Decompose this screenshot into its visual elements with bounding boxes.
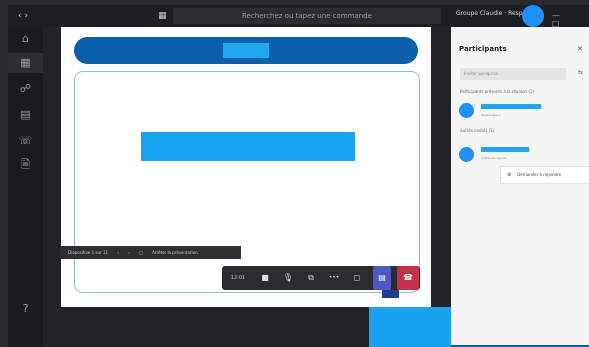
mic-icon[interactable]: 🎙 <box>279 266 297 290</box>
invitee-avatar <box>459 147 474 162</box>
invite-icon: ⊕ <box>507 172 512 178</box>
next-slide-button[interactable]: › <box>128 250 130 255</box>
title-bar: ‹ › ▦ Recherchez ou tapez une commande G… <box>8 5 589 38</box>
back-forward-arrows[interactable]: ‹ › <box>18 11 28 21</box>
rail-item-activity[interactable]: ⌂ <box>8 33 43 45</box>
camera-icon[interactable]: ■ <box>256 266 274 290</box>
participants-panel: Participants ✕ Inviter quelqu'un ⇆ Parti… <box>451 27 589 347</box>
participant-name <box>481 104 541 109</box>
rail-item-help[interactable]: ? <box>8 303 43 315</box>
file-icon: 🗎 <box>21 158 30 171</box>
chat-icon: ☍ <box>19 82 32 95</box>
panel-title: Participants <box>459 45 507 53</box>
slide-grid-icon[interactable]: ▢ <box>139 250 143 255</box>
profile-avatar[interactable] <box>522 5 544 27</box>
chat-toggle-icon[interactable]: ◻ <box>348 266 366 290</box>
hang-up-button[interactable]: ☎ <box>397 266 419 290</box>
rail-item-calendar[interactable]: ▤ <box>8 109 43 121</box>
rail-item-teams[interactable]: ▦ <box>8 53 43 73</box>
invitee-name <box>481 147 529 152</box>
teams-icon: ▦ <box>20 56 31 69</box>
invite-input[interactable]: Inviter quelqu'un <box>460 68 566 80</box>
meeting-stage: Diapositive 1 sur 11 ‹ › ▢ Arrêter la pr… <box>43 27 451 347</box>
search-placeholder: Recherchez ou tapez une commande <box>242 12 372 20</box>
shared-slide <box>61 27 431 307</box>
participant-role: Organisateur <box>481 113 501 117</box>
call-control-bar: 12:01 ■ 🎙 ⧉ ••• ◻ ▤ ☎ <box>222 266 420 290</box>
bell-icon: ⌂ <box>22 32 29 45</box>
more-options-icon[interactable]: ••• <box>325 266 343 290</box>
rail-item-calls[interactable]: ☏ <box>8 135 43 147</box>
share-invite-icon[interactable]: ⇆ <box>578 69 583 76</box>
context-menu: ⊕ Demander à rejoindre <box>500 166 589 184</box>
slide-counter: Diapositive 1 sur 11 <box>68 250 109 255</box>
ask-to-join-item[interactable]: Demander à rejoindre <box>517 172 561 177</box>
invitee-status: Invité pas rejoint <box>481 156 507 160</box>
presentation-controls: Diapositive 1 sur 11 ‹ › ▢ Arrêter la pr… <box>60 246 241 259</box>
share-tray-icon[interactable]: ⧉ <box>302 266 320 290</box>
calendar-icon: ▤ <box>20 108 31 121</box>
stop-presenting-button[interactable]: Arrêter la présentation <box>152 250 197 255</box>
rail-item-chat[interactable]: ☍ <box>8 83 43 95</box>
video-tile <box>369 307 451 347</box>
rail-item-files[interactable]: 🗎 <box>8 159 43 171</box>
participants-toggle-icon[interactable]: ▤ <box>373 266 391 290</box>
app-rail: ⌂ ▦ ☍ ▤ ☏ 🗎 ? <box>8 27 43 347</box>
help-icon: ? <box>22 302 29 315</box>
slide-content-panel <box>74 71 420 293</box>
call-timer: 12:01 <box>230 275 246 281</box>
history-nav[interactable]: ‹ › <box>18 11 40 21</box>
slide-content-block <box>141 132 355 161</box>
section-others[interactable]: Autres invités (1) <box>460 128 494 133</box>
close-icon[interactable]: ✕ <box>577 45 583 53</box>
active-toggle-indicator <box>382 290 399 298</box>
slide-title-block <box>223 43 269 58</box>
phone-icon: ☏ <box>18 134 33 147</box>
prev-slide-button[interactable]: ‹ <box>117 250 119 255</box>
participant-avatar <box>459 103 474 118</box>
slide-banner <box>74 37 418 64</box>
teams-window: ‹ › ▦ Recherchez ou tapez une commande G… <box>0 0 589 347</box>
search-input[interactable]: ▦ Recherchez ou tapez une commande <box>158 8 441 24</box>
grid-icon[interactable]: ▦ <box>158 8 167 24</box>
section-present[interactable]: Participants présents à la réunion (1) <box>460 89 534 94</box>
